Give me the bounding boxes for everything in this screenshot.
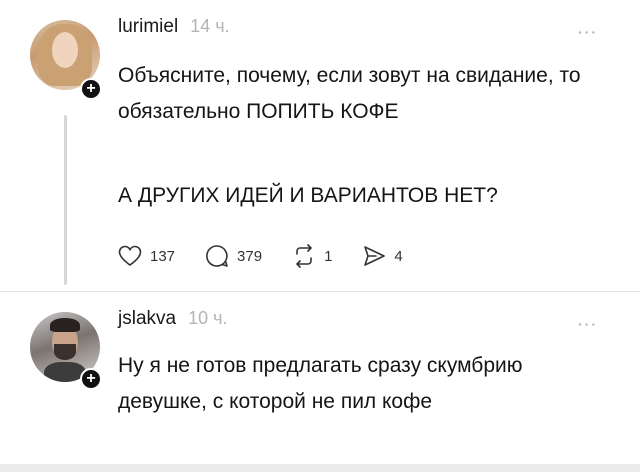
- comment-icon: [205, 244, 229, 268]
- avatar-face: [52, 32, 78, 68]
- more-options-icon[interactable]: ···: [578, 316, 598, 332]
- comment-button[interactable]: 379: [205, 244, 262, 268]
- like-button[interactable]: 137: [118, 245, 175, 267]
- bottom-bar: [0, 464, 640, 472]
- divider: [0, 291, 640, 292]
- share-icon: [362, 244, 386, 268]
- post-actions: 137 379 1 4: [118, 244, 433, 268]
- follow-plus-button[interactable]: +: [80, 78, 102, 100]
- post-text: Ну я не готов предлагать сразу скумбрию …: [118, 354, 523, 413]
- post-header: lurimiel 14 ч.: [118, 16, 230, 38]
- username[interactable]: lurimiel: [118, 16, 178, 38]
- username[interactable]: jslakva: [118, 308, 176, 330]
- timestamp: 14 ч.: [190, 16, 230, 36]
- repost-icon: [292, 244, 316, 268]
- post: + lurimiel 14 ч. ··· Объясните, почему, …: [0, 0, 640, 290]
- avatar-beard: [54, 344, 76, 360]
- post-header: jslakva 10 ч.: [118, 308, 227, 330]
- post-text: Объясните, почему, если зовут на свидани…: [118, 64, 581, 123]
- follow-plus-button[interactable]: +: [80, 368, 102, 390]
- share-button[interactable]: 4: [362, 244, 403, 268]
- avatar-hair: [50, 318, 80, 332]
- share-count: 4: [394, 247, 403, 265]
- heart-icon: [118, 245, 142, 267]
- comment-count: 379: [237, 247, 263, 265]
- timestamp: 10 ч.: [188, 308, 228, 328]
- repost-button[interactable]: 1: [292, 244, 332, 268]
- more-options-icon[interactable]: ···: [578, 24, 598, 40]
- thread-line: [64, 115, 67, 285]
- post-text: А ДРУГИХ ИДЕЙ И ВАРИАНТОВ НЕТ?: [118, 184, 498, 207]
- repost-count: 1: [324, 247, 333, 265]
- like-count: 137: [150, 247, 176, 265]
